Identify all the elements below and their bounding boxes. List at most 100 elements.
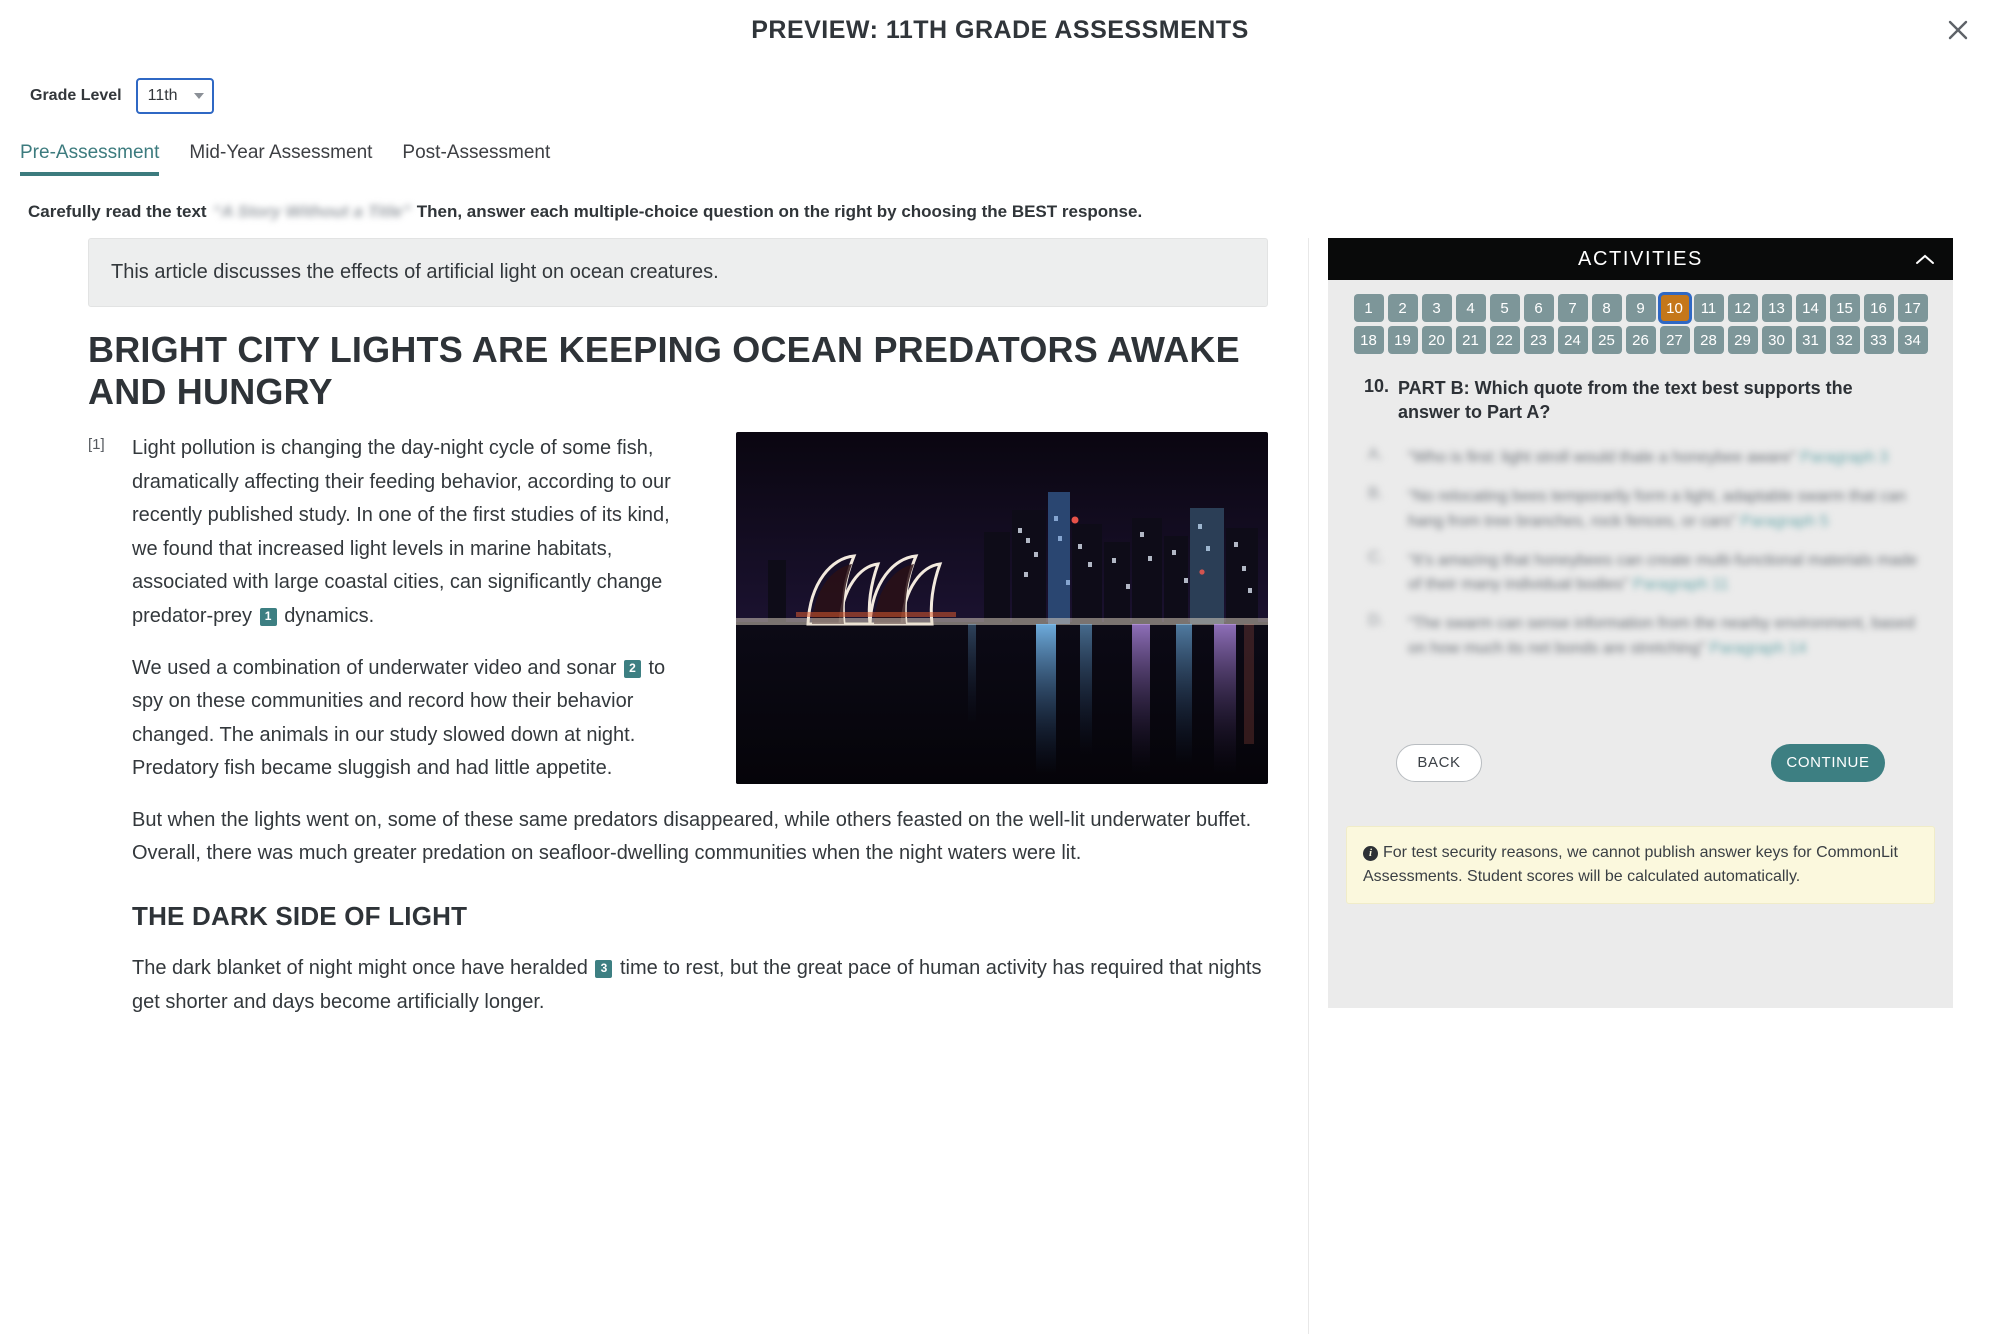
activity-navigation: BACK CONTINUE (1346, 714, 1935, 782)
question-number-16[interactable]: 16 (1863, 294, 1894, 322)
notice-text: For test security reasons, we cannot pub… (1363, 843, 1898, 885)
question-number-22[interactable]: 22 (1489, 326, 1520, 354)
question-number-33[interactable]: 33 (1863, 326, 1894, 354)
paragraph-4: The dark blanket of night might once hav… (132, 952, 1268, 1019)
question-number-6[interactable]: 6 (1523, 294, 1554, 322)
answer-choice-d[interactable]: D. “The swarm can sense information from… (1368, 612, 1935, 662)
question-number-13[interactable]: 13 (1761, 294, 1792, 322)
instruction-before: Carefully read the text (28, 202, 207, 221)
question-number-grid: 1 2 3 4 5 6 7 8 9 10 11 12 13 14 15 16 1… (1346, 292, 1935, 354)
close-icon (1945, 17, 1971, 43)
grade-level-select[interactable]: 11th (135, 78, 214, 114)
choice-letter-c: C. (1368, 548, 1384, 566)
paragraph-3: But when the lights went on, some of the… (132, 808, 1252, 865)
activities-header: ACTIVITIES (1328, 238, 1953, 280)
choice-letter-a: A. (1368, 446, 1384, 464)
question-number-20[interactable]: 20 (1421, 326, 1452, 354)
activities-panel: ACTIVITIES 1 2 3 4 5 6 7 8 9 10 11 12 13… (1328, 238, 1953, 1008)
question-number-18[interactable]: 18 (1353, 326, 1384, 354)
assessment-tabs: Pre-Assessment Mid-Year Assessment Post-… (20, 142, 2000, 176)
choice-paragraph-ref-d: Paragraph 14 (1709, 640, 1807, 657)
question-number-1[interactable]: 1 (1353, 294, 1384, 322)
question-number-8[interactable]: 8 (1591, 294, 1622, 322)
choice-letter-d: D. (1368, 612, 1384, 630)
paragraph-1-text-b: dynamics. (284, 604, 375, 627)
question-number-31[interactable]: 31 (1795, 326, 1826, 354)
annotation-badge-3[interactable]: 3 (595, 960, 613, 979)
question-number-32[interactable]: 32 (1829, 326, 1860, 354)
question-number-9[interactable]: 9 (1625, 294, 1656, 322)
close-button[interactable] (1938, 10, 1978, 50)
back-button[interactable]: BACK (1396, 743, 1482, 782)
question-number-2[interactable]: 2 (1387, 294, 1418, 322)
tab-post-assessment[interactable]: Post-Assessment (402, 142, 550, 176)
chevron-down-icon (193, 93, 204, 99)
annotation-badge-1[interactable]: 1 (259, 607, 277, 626)
answer-choice-c[interactable]: C. “It’s amazing that honeybees can crea… (1368, 549, 1935, 599)
tab-pre-assessment[interactable]: Pre-Assessment (20, 142, 160, 176)
question-number-30[interactable]: 30 (1761, 326, 1792, 354)
activities-title: ACTIVITIES (1578, 247, 1703, 270)
question-number-23[interactable]: 23 (1523, 326, 1554, 354)
paragraph-1-text-a: Light pollution is changing the day-nigh… (132, 436, 671, 627)
choice-quote-a: “Who is first: light stroll would thale … (1408, 449, 1796, 467)
question-number-5[interactable]: 5 (1489, 294, 1520, 322)
article-summary: This article discusses the effects of ar… (88, 238, 1268, 307)
question-number-29[interactable]: 29 (1727, 326, 1758, 354)
answer-key-notice: i For test security reasons, we cannot pu… (1346, 825, 1935, 904)
choice-paragraph-ref-a: Paragraph 3 (1800, 449, 1889, 467)
modal-header: PREVIEW: 11TH GRADE ASSESSMENTS (0, 0, 2000, 60)
instruction-line: Carefully read the text “A Story Without… (28, 202, 2000, 222)
choice-text-a: “Who is first: light stroll would thale … (1408, 446, 1888, 471)
question-number-19[interactable]: 19 (1387, 326, 1418, 354)
question-number-12[interactable]: 12 (1727, 294, 1758, 322)
question-number-3[interactable]: 3 (1421, 294, 1452, 322)
question-number-label: 10. (1364, 376, 1390, 396)
question-text: PART B: Which quote from the text best s… (1398, 378, 1853, 423)
article-title: BRIGHT CITY LIGHTS ARE KEEPING OCEAN PRE… (88, 329, 1240, 413)
choice-text-b: “No relocating bees temporarily form a l… (1408, 485, 1920, 535)
question-number-24[interactable]: 24 (1557, 326, 1588, 354)
reading-pane: This article discusses the effects of ar… (0, 238, 1308, 1037)
page-title: PREVIEW: 11TH GRADE ASSESSMENTS (751, 15, 1249, 44)
pane-divider (1308, 238, 1309, 1334)
choice-quote-b: “No relocating bees temporarily form a l… (1408, 488, 1907, 530)
question-block: 10. PART B: Which quote from the text be… (1364, 376, 1935, 424)
question-number-11[interactable]: 11 (1693, 294, 1724, 322)
question-number-25[interactable]: 25 (1591, 326, 1622, 354)
grade-level-value: 11th (147, 87, 178, 104)
main-content: This article discusses the effects of ar… (0, 238, 2000, 1334)
question-number-27[interactable]: 27 (1659, 326, 1690, 354)
choice-text-c: “It’s amazing that honeybees can create … (1408, 549, 1920, 599)
chevron-up-icon[interactable] (1915, 238, 1935, 280)
paragraph-2-text-a: We used a combination of underwater vide… (132, 656, 617, 679)
question-number-34[interactable]: 34 (1897, 326, 1928, 354)
tab-mid-year-assessment[interactable]: Mid-Year Assessment (189, 142, 372, 176)
question-number-10[interactable]: 10 (1657, 292, 1692, 324)
question-number-15[interactable]: 15 (1829, 294, 1860, 322)
question-number-14[interactable]: 14 (1795, 294, 1826, 322)
paragraph-1-block: [1] Light pollution is changing the day-… (88, 431, 1268, 1037)
answer-choice-b[interactable]: B. “No relocating bees temporarily form … (1368, 485, 1935, 535)
question-number-4[interactable]: 4 (1455, 294, 1486, 322)
grade-level-label: Grade Level (30, 87, 122, 104)
question-number-7[interactable]: 7 (1557, 294, 1588, 322)
choice-paragraph-ref-b: Paragraph 5 (1740, 512, 1829, 530)
section-heading: THE DARK SIDE OF LIGHT (132, 901, 468, 932)
grade-level-row: Grade Level 11th (0, 60, 2000, 114)
info-icon: i (1363, 845, 1378, 861)
question-number-21[interactable]: 21 (1455, 326, 1486, 354)
answer-choice-a[interactable]: A. “Who is first: light stroll would tha… (1368, 446, 1935, 471)
choice-paragraph-ref-c: Paragraph 11 (1633, 576, 1729, 594)
paragraph-number: [1] (88, 435, 105, 453)
choice-quote-d: “The swarm can sense information from th… (1408, 615, 1915, 657)
instruction-after: Then, answer each multiple-choice questi… (416, 202, 1143, 221)
answer-choices: A. “Who is first: light stroll would tha… (1368, 446, 1935, 662)
choice-text-d: “The swarm can sense information from th… (1408, 612, 1920, 662)
question-number-17[interactable]: 17 (1897, 294, 1928, 322)
question-number-26[interactable]: 26 (1625, 326, 1656, 354)
annotation-badge-2[interactable]: 2 (623, 659, 641, 678)
question-number-28[interactable]: 28 (1693, 326, 1724, 354)
city-skyline-at-night-photo (736, 431, 1268, 784)
continue-button[interactable]: CONTINUE (1771, 743, 1885, 782)
